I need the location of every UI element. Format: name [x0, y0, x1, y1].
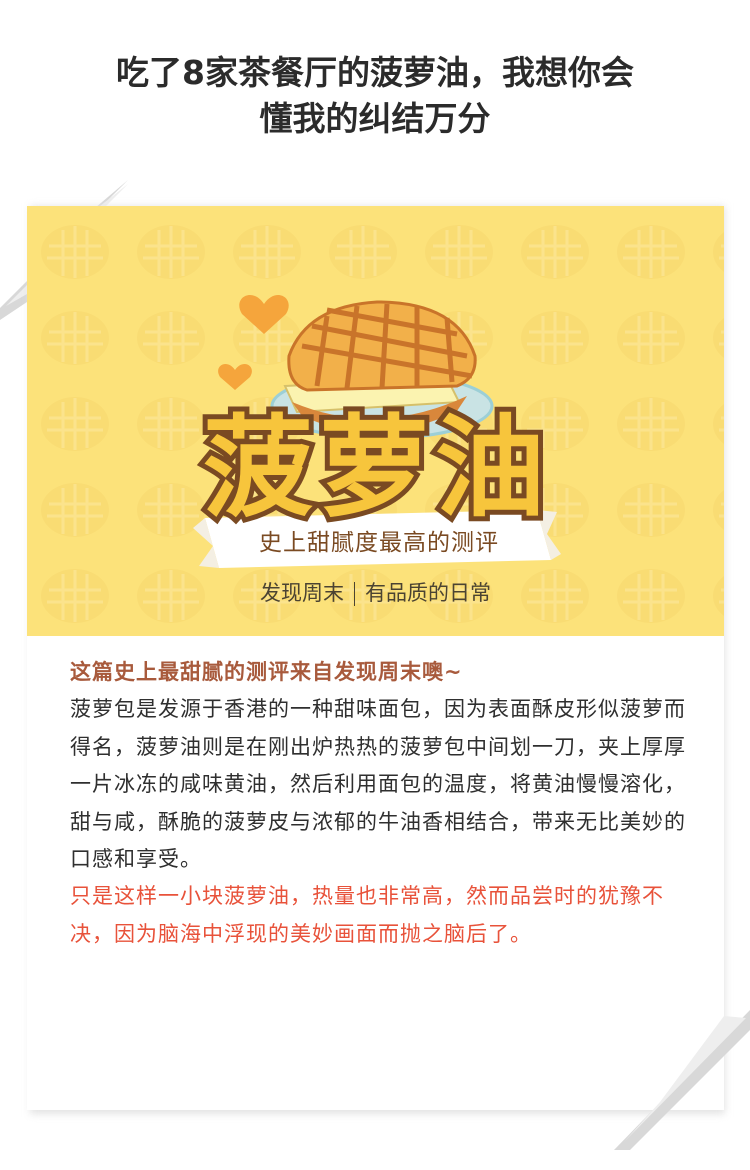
article-card: 菠萝油 菠萝油 史上甜腻度最高的测评 发现周末 有品质的日常 这篇史上最甜腻的测评… [27, 206, 724, 1110]
banner-title: 菠萝油 [203, 404, 551, 532]
article-note: 只是这样一小块菠萝油，热量也非常高，然而品尝时的犹豫不决，因为脑海中浮现的美妙画… [70, 884, 664, 946]
tagline-separator [354, 582, 355, 606]
tagline-brand: 发现周末 [260, 581, 344, 605]
banner-tagline: 发现周末 有品质的日常 [27, 578, 724, 608]
banner-illustration: 菠萝油 菠萝油 [27, 206, 724, 636]
page-title-line-2: 懂我的纠结万分 [259, 99, 491, 138]
page-title: 吃了8家茶餐厅的菠萝油，我想你会 懂我的纠结万分 [0, 50, 750, 142]
article-body: 菠萝包是发源于香港的一种甜味面包，因为表面酥皮形似菠萝而得名，菠萝油则是在刚出炉… [70, 697, 686, 872]
banner: 菠萝油 菠萝油 史上甜腻度最高的测评 发现周末 有品质的日常 [27, 206, 724, 636]
article-lead: 这篇史上最甜腻的测评来自发现周末噢~ [70, 660, 463, 684]
banner-subtitle: 史上甜腻度最高的测评 [259, 530, 499, 556]
article-content: 这篇史上最甜腻的测评来自发现周末噢~ 菠萝包是发源于香港的一种甜味面包，因为表面… [70, 654, 690, 953]
page-title-line-1: 吃了8家茶餐厅的菠萝油，我想你会 [116, 53, 634, 92]
folded-corner-bottom-right [614, 1010, 750, 1150]
tagline-slogan: 有品质的日常 [365, 581, 491, 605]
